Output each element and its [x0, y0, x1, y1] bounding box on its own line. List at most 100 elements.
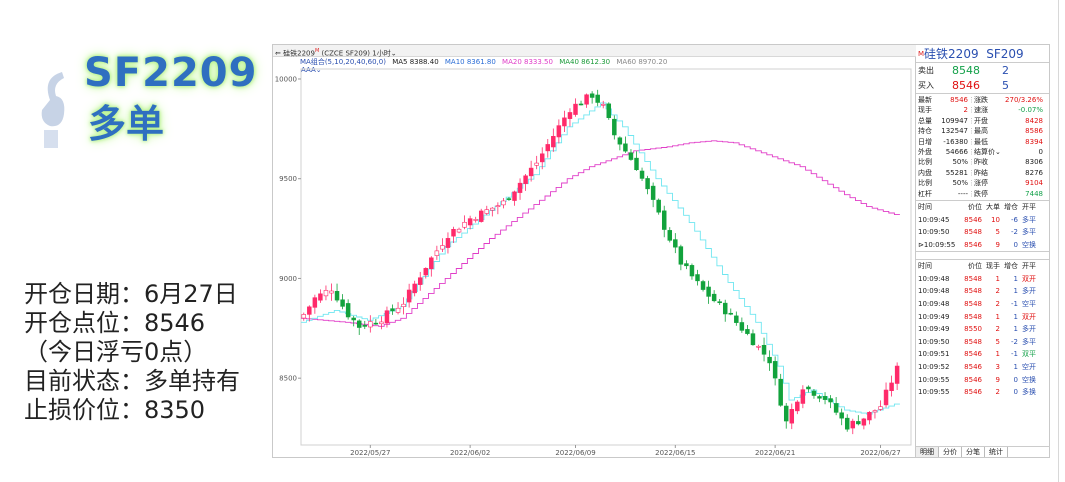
quote-stats: 最新 8546 ⋮ 涨跌 270/3.26% 现手 2 ⋮ 速涨 -0.07% 总量 109947 ⋮ 开… [916, 94, 1049, 201]
candle-body [445, 238, 451, 248]
candle-body [584, 94, 589, 105]
candle-body [578, 103, 584, 106]
candle-body [429, 257, 434, 269]
trade-volume: 3 [995, 363, 1000, 372]
x-tick-label: 2022/06/15 [655, 449, 695, 457]
trade-time: 10:09:50 [918, 337, 950, 346]
stat-label: 总量 [918, 116, 932, 125]
candle-body [689, 265, 695, 277]
x-tick-label: 2022/06/27 [860, 449, 900, 457]
trade-volume: 2 [995, 300, 1000, 309]
stat-label: 结算价⌄ [974, 147, 1001, 156]
column-header: 时间 [918, 262, 932, 271]
trade-oi-change: 1 [1013, 274, 1018, 283]
trade-row: 10:09:48 8548 2 -1 空平 [916, 298, 1049, 311]
candle-body [667, 230, 673, 241]
trade-price: 8546 [964, 363, 982, 372]
column-header: 开平 [1022, 262, 1036, 271]
tab-3[interactable]: 统计 [985, 447, 1008, 457]
current-status: 目前状态：多单持有 [24, 367, 240, 395]
big-orders-header: 时间 价位 大单 增仓 开平 [916, 201, 1049, 214]
stat-value: -0.07% [1018, 106, 1043, 115]
trade-row: ⊳10:09:55 8546 9 0 空换 [916, 239, 1049, 252]
stat-row: 最新 8546 ⋮ 涨跌 270/3.26% [916, 95, 1049, 105]
trade-type: 空开 [1022, 363, 1036, 372]
bid-volume: 5 [1002, 79, 1009, 92]
chart-window: ⇐ 硅铁2209M (CZCE SF209) 1小时⌄ MA组合(5,10,20… [272, 44, 917, 458]
trade-type: 多平 [1022, 337, 1036, 346]
trade-row: 10:09:55 8546 9 0 空换 [916, 374, 1049, 387]
candle-body [395, 307, 401, 313]
trade-time: 10:09:49 [918, 312, 950, 321]
x-tick-label: 2022/05/27 [350, 449, 390, 457]
big-orders: 时间 价位 大单 增仓 开平 10:09:45 8546 10 -6 多平 10:09:50 854… [916, 201, 1049, 253]
candle-body [334, 291, 340, 301]
trade-type: 双开 [1022, 274, 1036, 283]
stat-row: 比例 50% ⋮ 昨收 8306 [916, 157, 1049, 167]
stat-label: 最新 [918, 96, 932, 104]
candlestick-chart: 10000 9500 9000 8500 2022/05/27 2022/06/02 202… [275, 68, 912, 457]
candle-body [817, 396, 822, 399]
candle-body [467, 218, 473, 226]
candle-body [517, 182, 523, 193]
trade-time: 10:09:49 [918, 325, 950, 334]
candle-body [368, 321, 373, 328]
candle-body [567, 112, 573, 119]
trade-volume: 1 [995, 312, 1000, 321]
candle-body [623, 143, 628, 152]
candle-body [434, 250, 440, 256]
stat-label: 外盘 [918, 147, 932, 156]
stat-value: 0 [1038, 147, 1043, 156]
tab-2[interactable]: 分笔 [962, 447, 985, 457]
position-direction: 多单 [88, 102, 165, 146]
quote-panel: M硅铁2209 SF209 卖出 8548 2 买入 8546 5 最新 8546… [916, 44, 1050, 458]
stat-label: 比例 [918, 179, 932, 188]
trade-row: 10:09:49 8550 2 1 多开 [916, 323, 1049, 336]
stat-label: 涨停 [974, 179, 988, 188]
stat-label: 最高 [974, 127, 988, 136]
stat-label: 涨跌 [974, 96, 988, 104]
trade-row: 10:09:48 8548 1 1 双开 [916, 273, 1049, 286]
candle-body [850, 420, 856, 429]
candle-body [684, 263, 689, 267]
candle-body [650, 185, 656, 200]
stat-value: 9104 [1025, 179, 1043, 188]
stat-label: 昨结 [974, 168, 988, 177]
tab-1[interactable]: 分价 [939, 447, 962, 457]
stat-label: 内盘 [918, 168, 932, 177]
y-tick-label: 10000 [275, 75, 297, 83]
trade-row: 10:09:52 8546 3 1 空开 [916, 361, 1049, 374]
stat-value: 8428 [1025, 116, 1043, 125]
candle-body [307, 306, 312, 315]
trade-oi-change: 1 [1013, 325, 1018, 334]
candle-body [617, 137, 623, 145]
candle-body [551, 135, 556, 148]
trade-price: 8546 [964, 215, 982, 224]
trade-type: 多平 [1022, 228, 1036, 237]
trade-volume: 5 [995, 228, 1000, 237]
trade-row: 10:09:55 8546 2 0 多换 [916, 386, 1049, 399]
candle-body [390, 308, 395, 312]
bid-row: 买入 8546 5 [918, 79, 1009, 92]
candle-body [462, 221, 467, 228]
candle-body [811, 390, 817, 396]
stat-label: 速涨 [974, 106, 988, 115]
candle-body [717, 301, 722, 304]
stat-row: 杠杆 ---- ⋮ 跌停 7448 [916, 189, 1049, 199]
open-price: 开仓点位：8546 [24, 309, 206, 337]
candle-body [401, 303, 406, 307]
candle-body [556, 125, 562, 138]
trade-oi-change: 1 [1013, 287, 1018, 296]
trade-time: 10:09:48 [918, 274, 950, 283]
candle-body [451, 228, 456, 237]
contract-title: SF2209 [84, 50, 258, 96]
trade-oi-change: -6 [1011, 215, 1018, 224]
x-tick-label: 2022/06/21 [755, 449, 795, 457]
candle-body [806, 386, 811, 390]
candle-body [722, 302, 728, 315]
candle-body [589, 93, 595, 98]
stat-value: 109947 [941, 116, 968, 125]
quote-title: M硅铁2209 SF209 [916, 45, 1049, 63]
tab-0[interactable]: 明细 [916, 447, 939, 457]
trade-info: 开仓日期：6月27日 开仓点位：8546 （今日浮亏0点） 目前状态：多单持有 … [24, 280, 240, 425]
